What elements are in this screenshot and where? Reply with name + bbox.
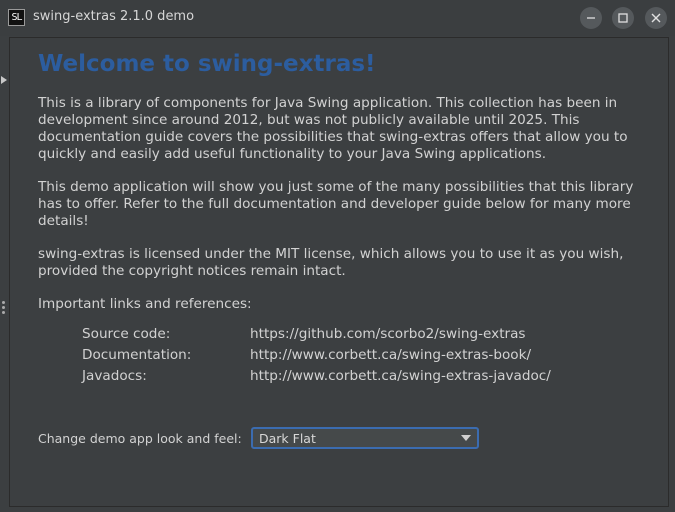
look-and-feel-select[interactable]: Dark Flat — [251, 427, 479, 449]
close-icon — [651, 13, 661, 23]
link-label: Source code: — [82, 326, 171, 342]
minimize-button[interactable] — [580, 7, 602, 29]
javadocs-link[interactable]: http://www.corbett.ca/swing-extras-javad… — [250, 368, 551, 384]
link-label: Javadocs: — [82, 368, 147, 384]
left-side-strip — [0, 36, 8, 512]
maximize-button[interactable] — [612, 7, 634, 29]
look-and-feel-label: Change demo app look and feel: — [38, 431, 242, 446]
link-label: Documentation: — [82, 347, 192, 363]
welcome-panel: Welcome to swing-extras! This is a libra… — [9, 37, 669, 507]
window-title: swing-extras 2.1.0 demo — [33, 9, 195, 24]
look-and-feel-value: Dark Flat — [259, 431, 316, 446]
maximize-icon — [618, 13, 628, 23]
title-bar: SL swing-extras 2.1.0 demo — [0, 0, 675, 36]
links-heading: Important links and references: — [38, 296, 252, 312]
license-paragraph: swing-extras is licensed under the MIT l… — [38, 246, 624, 279]
documentation-link[interactable]: http://www.corbett.ca/swing-extras-book/ — [250, 347, 531, 363]
chevron-down-icon — [461, 435, 471, 441]
minimize-icon — [587, 17, 595, 19]
intro-paragraph: This is a library of components for Java… — [38, 95, 628, 162]
source-code-link[interactable]: https://github.com/scorbo2/swing-extras — [250, 326, 526, 342]
grip-icon[interactable] — [2, 301, 5, 315]
arrow-right-icon[interactable] — [1, 76, 7, 84]
page-title: Welcome to swing-extras! — [38, 51, 376, 77]
close-button[interactable] — [645, 7, 667, 29]
demo-paragraph: This demo application will show you just… — [38, 179, 634, 229]
app-icon: SL — [8, 9, 25, 26]
